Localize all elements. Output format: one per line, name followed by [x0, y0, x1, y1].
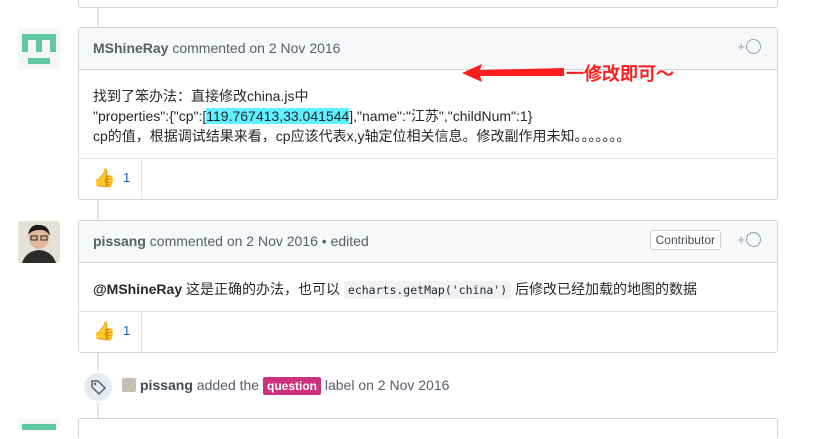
avatar[interactable]: [122, 378, 136, 392]
body-line: @MShineRay 这是正确的办法，也可以 echarts.getMap('c…: [93, 281, 698, 299]
tag-icon: [82, 371, 114, 403]
avatar[interactable]: [18, 418, 60, 430]
smiley-icon: [746, 39, 761, 54]
comment-author[interactable]: pissang: [93, 233, 146, 249]
annotation-text: 一修改即可～: [566, 64, 674, 84]
reactions-bar: 👍 1: [79, 311, 777, 352]
body-line: 找到了笨办法：直接修改china.js中: [93, 88, 309, 104]
avatar[interactable]: [18, 221, 60, 263]
body-line: "properties":{"cp":[119.767413,33.041544…: [93, 108, 533, 124]
user-mention[interactable]: @MShineRay: [93, 281, 182, 297]
reaction-count[interactable]: 1: [123, 170, 130, 185]
thumbs-up-icon[interactable]: 👍: [93, 168, 115, 189]
reactions-bar: 👍 1: [79, 158, 777, 199]
red-arrow-icon: [462, 64, 564, 82]
label-badge[interactable]: question: [262, 377, 321, 395]
comment: pissang commented on 2 Nov 2016 • edited…: [78, 220, 778, 353]
comment-body: @MShineRay 这是正确的办法，也可以 echarts.getMap('c…: [79, 263, 777, 312]
annotation: 一修改即可～: [460, 58, 700, 88]
highlighted-text: 119.767413,33.041544: [206, 108, 350, 124]
inline-code: echarts.getMap('china'): [343, 281, 512, 299]
add-reaction-button[interactable]: +: [737, 39, 761, 54]
reaction-count[interactable]: 1: [123, 323, 130, 338]
comment-author[interactable]: MShineRay: [93, 40, 168, 56]
avatar[interactable]: [18, 28, 60, 70]
comment-timestamp[interactable]: commented on 2 Nov 2016: [172, 40, 340, 56]
label-event: pissang added the question label on 2 No…: [82, 371, 682, 403]
edited-indicator[interactable]: • edited: [318, 233, 369, 249]
previous-comment-edge: [78, 0, 778, 8]
comment: [78, 418, 778, 439]
smiley-icon: [746, 232, 761, 247]
comment: MShineRay commented on 2 Nov 2016 + 找到了笨…: [78, 27, 778, 200]
add-reaction-button[interactable]: +: [737, 232, 761, 247]
event-actor[interactable]: pissang: [140, 377, 193, 393]
body-line: cp的值，根据调试结果来看，cp应该代表x,y轴定位相关信息。修改副作用未知。。…: [93, 128, 631, 144]
comment-timestamp[interactable]: commented on 2 Nov 2016: [150, 233, 318, 249]
contributor-badge: Contributor: [649, 230, 721, 250]
comment-header: pissang commented on 2 Nov 2016 • edited…: [79, 221, 777, 263]
thumbs-up-icon[interactable]: 👍: [93, 321, 115, 342]
person-photo: [18, 221, 60, 263]
